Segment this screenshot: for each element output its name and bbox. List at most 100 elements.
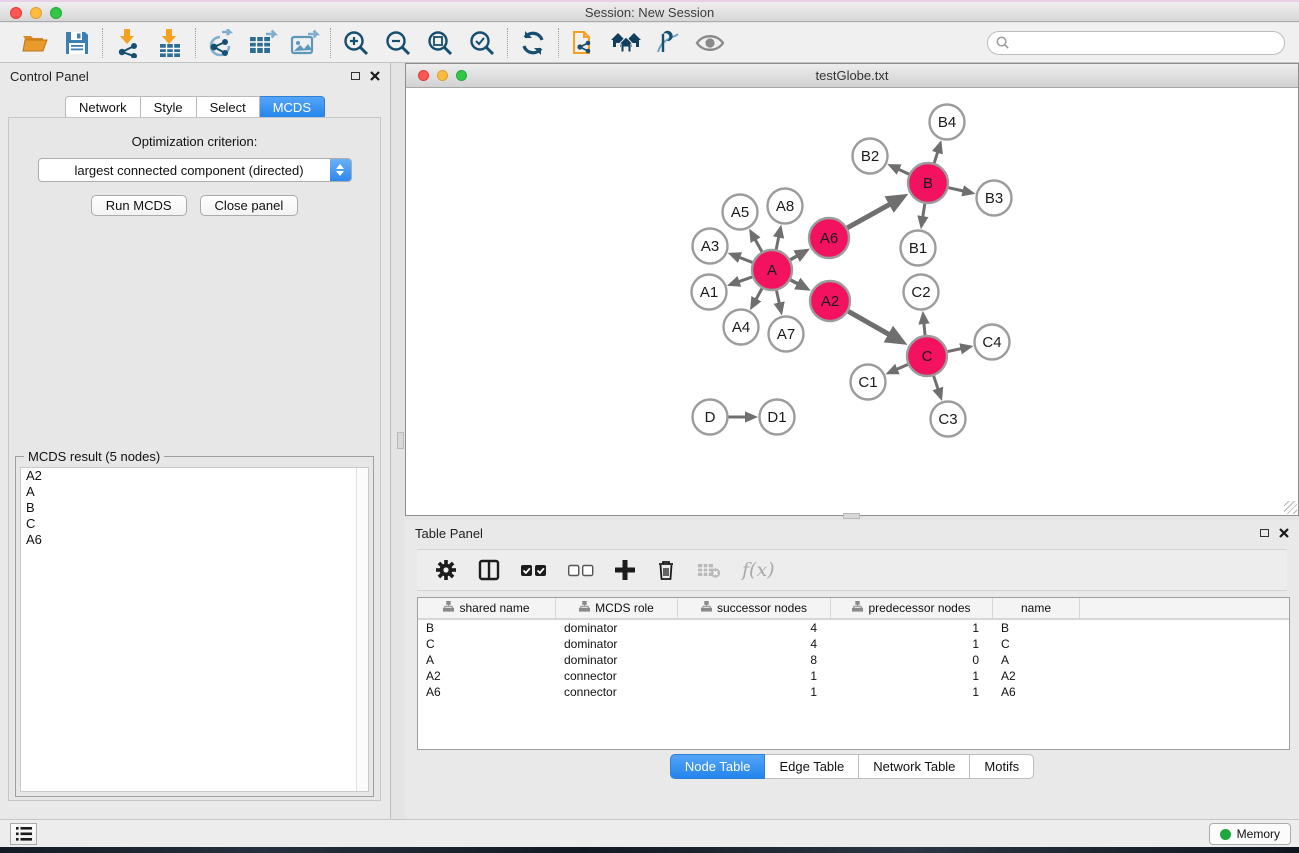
- mcds-result-item[interactable]: B: [21, 500, 368, 516]
- save-session-icon[interactable]: [61, 27, 93, 59]
- network-from-file-icon[interactable]: [568, 27, 600, 59]
- delete-column-icon[interactable]: [656, 559, 676, 581]
- node-C2[interactable]: C2: [904, 275, 939, 310]
- tab-style[interactable]: Style: [141, 96, 197, 119]
- column-header-shared-name[interactable]: shared name: [418, 598, 556, 618]
- split-divider-vertical[interactable]: [397, 432, 404, 449]
- zoom-in-icon[interactable]: [340, 27, 372, 59]
- edge-A-A4[interactable]: [756, 288, 762, 299]
- close-table-panel-icon[interactable]: [1279, 528, 1289, 538]
- edge-A-A1[interactable]: [738, 277, 752, 282]
- node-C[interactable]: C: [907, 336, 947, 376]
- edge-B-B4[interactable]: [934, 152, 938, 163]
- edge-C-C1[interactable]: [896, 364, 907, 369]
- close-panel-button[interactable]: Close panel: [200, 195, 299, 216]
- network-graph[interactable]: B4B2BB3A5A8A6A3B1AA1C2A2A4A7C4CC1DD1C3: [406, 88, 1298, 515]
- memory-button[interactable]: Memory: [1209, 823, 1291, 845]
- node-B[interactable]: B: [908, 163, 948, 203]
- node-A2[interactable]: A2: [810, 281, 850, 321]
- tab-select[interactable]: Select: [197, 96, 260, 119]
- node-C1[interactable]: C1: [851, 365, 886, 400]
- export-network-icon[interactable]: [205, 27, 237, 59]
- table-row[interactable]: A2connector11A2: [418, 668, 1289, 684]
- mcds-result-item[interactable]: A2: [21, 468, 368, 484]
- edge-A-A7[interactable]: [776, 291, 779, 304]
- export-image-icon[interactable]: [289, 27, 321, 59]
- edge-A-A2[interactable]: [791, 280, 799, 284]
- task-history-button[interactable]: [10, 823, 37, 845]
- edge-A-A8[interactable]: [776, 236, 779, 249]
- table-row[interactable]: A6connector11A6: [418, 684, 1289, 700]
- column-header-successor-nodes[interactable]: successor nodes: [678, 598, 831, 618]
- import-network-icon[interactable]: [112, 27, 144, 59]
- node-D1[interactable]: D1: [760, 400, 795, 435]
- mcds-result-item[interactable]: A6: [21, 532, 368, 548]
- float-panel-icon[interactable]: [351, 72, 360, 80]
- mcds-list-scrollbar[interactable]: [356, 468, 368, 791]
- edge-B-B1[interactable]: [923, 204, 925, 218]
- criterion-dropdown[interactable]: largest connected component (directed): [38, 158, 352, 182]
- edge-A2-C[interactable]: [848, 311, 890, 335]
- table-row[interactable]: Cdominator41C: [418, 636, 1289, 652]
- zoom-selected-icon[interactable]: [466, 27, 498, 59]
- function-builder-icon[interactable]: f(x): [742, 559, 775, 581]
- mcds-result-item[interactable]: A: [21, 484, 368, 500]
- column-header-MCDS-role[interactable]: MCDS role: [556, 598, 678, 618]
- node-D[interactable]: D: [693, 400, 728, 435]
- node-A7[interactable]: A7: [769, 317, 804, 352]
- delete-table-icon[interactable]: [697, 561, 721, 579]
- tab-network-table[interactable]: Network Table: [859, 754, 970, 779]
- edge-A6-B[interactable]: [847, 204, 890, 228]
- split-divider-horizontal[interactable]: [843, 513, 860, 519]
- close-panel-icon[interactable]: [370, 71, 380, 81]
- edge-B-B2[interactable]: [898, 169, 909, 174]
- node-A3[interactable]: A3: [693, 229, 728, 264]
- tab-edge-table[interactable]: Edge Table: [765, 754, 859, 779]
- edge-B-B3[interactable]: [948, 188, 963, 191]
- table-row[interactable]: Adominator80A: [418, 652, 1289, 668]
- edge-A-A5[interactable]: [755, 239, 762, 251]
- node-A1[interactable]: A1: [692, 275, 727, 310]
- tab-mcds[interactable]: MCDS: [260, 96, 325, 119]
- open-file-icon[interactable]: [19, 27, 51, 59]
- node-B2[interactable]: B2: [853, 139, 888, 174]
- graphics-details-icon[interactable]: [652, 27, 684, 59]
- select-all-icon[interactable]: [521, 564, 547, 577]
- network-canvas[interactable]: B4B2BB3A5A8A6A3B1AA1C2A2A4A7C4CC1DD1C3: [406, 88, 1298, 515]
- import-table-icon[interactable]: [154, 27, 186, 59]
- table-row[interactable]: Bdominator41B: [418, 620, 1289, 636]
- node-B3[interactable]: B3: [977, 181, 1012, 216]
- resize-grip-icon[interactable]: [1284, 501, 1297, 514]
- network-window-titlebar[interactable]: testGlobe.txt: [406, 64, 1298, 88]
- edge-A-A3[interactable]: [739, 257, 753, 262]
- apply-layout-icon[interactable]: [517, 27, 549, 59]
- show-hide-icon[interactable]: [694, 27, 726, 59]
- home-icon[interactable]: [610, 27, 642, 59]
- edge-A-A6[interactable]: [790, 256, 798, 260]
- node-A[interactable]: A: [752, 250, 792, 290]
- zoom-fit-icon[interactable]: [424, 27, 456, 59]
- node-B4[interactable]: B4: [930, 105, 965, 140]
- edge-C-C3[interactable]: [934, 376, 939, 390]
- column-header-predecessor-nodes[interactable]: predecessor nodes: [831, 598, 993, 618]
- add-column-icon[interactable]: [615, 560, 635, 580]
- export-table-icon[interactable]: [247, 27, 279, 59]
- node-A8[interactable]: A8: [768, 189, 803, 224]
- mcds-result-item[interactable]: C: [21, 516, 368, 532]
- table-settings-gear-icon[interactable]: [435, 559, 457, 581]
- node-A4[interactable]: A4: [724, 310, 759, 345]
- tab-node-table[interactable]: Node Table: [670, 754, 766, 779]
- tab-motifs[interactable]: Motifs: [970, 754, 1034, 779]
- run-mcds-button[interactable]: Run MCDS: [91, 195, 187, 216]
- node-B1[interactable]: B1: [901, 231, 936, 266]
- deselect-all-icon[interactable]: [568, 564, 594, 577]
- zoom-out-icon[interactable]: [382, 27, 414, 59]
- search-input[interactable]: [1014, 36, 1276, 50]
- show-columns-icon[interactable]: [478, 559, 500, 581]
- tab-network[interactable]: Network: [65, 96, 141, 119]
- edge-C-C2[interactable]: [924, 323, 925, 335]
- node-A6[interactable]: A6: [809, 218, 849, 258]
- node-A5[interactable]: A5: [723, 195, 758, 230]
- node-C4[interactable]: C4: [975, 325, 1010, 360]
- edge-C-C4[interactable]: [948, 349, 962, 352]
